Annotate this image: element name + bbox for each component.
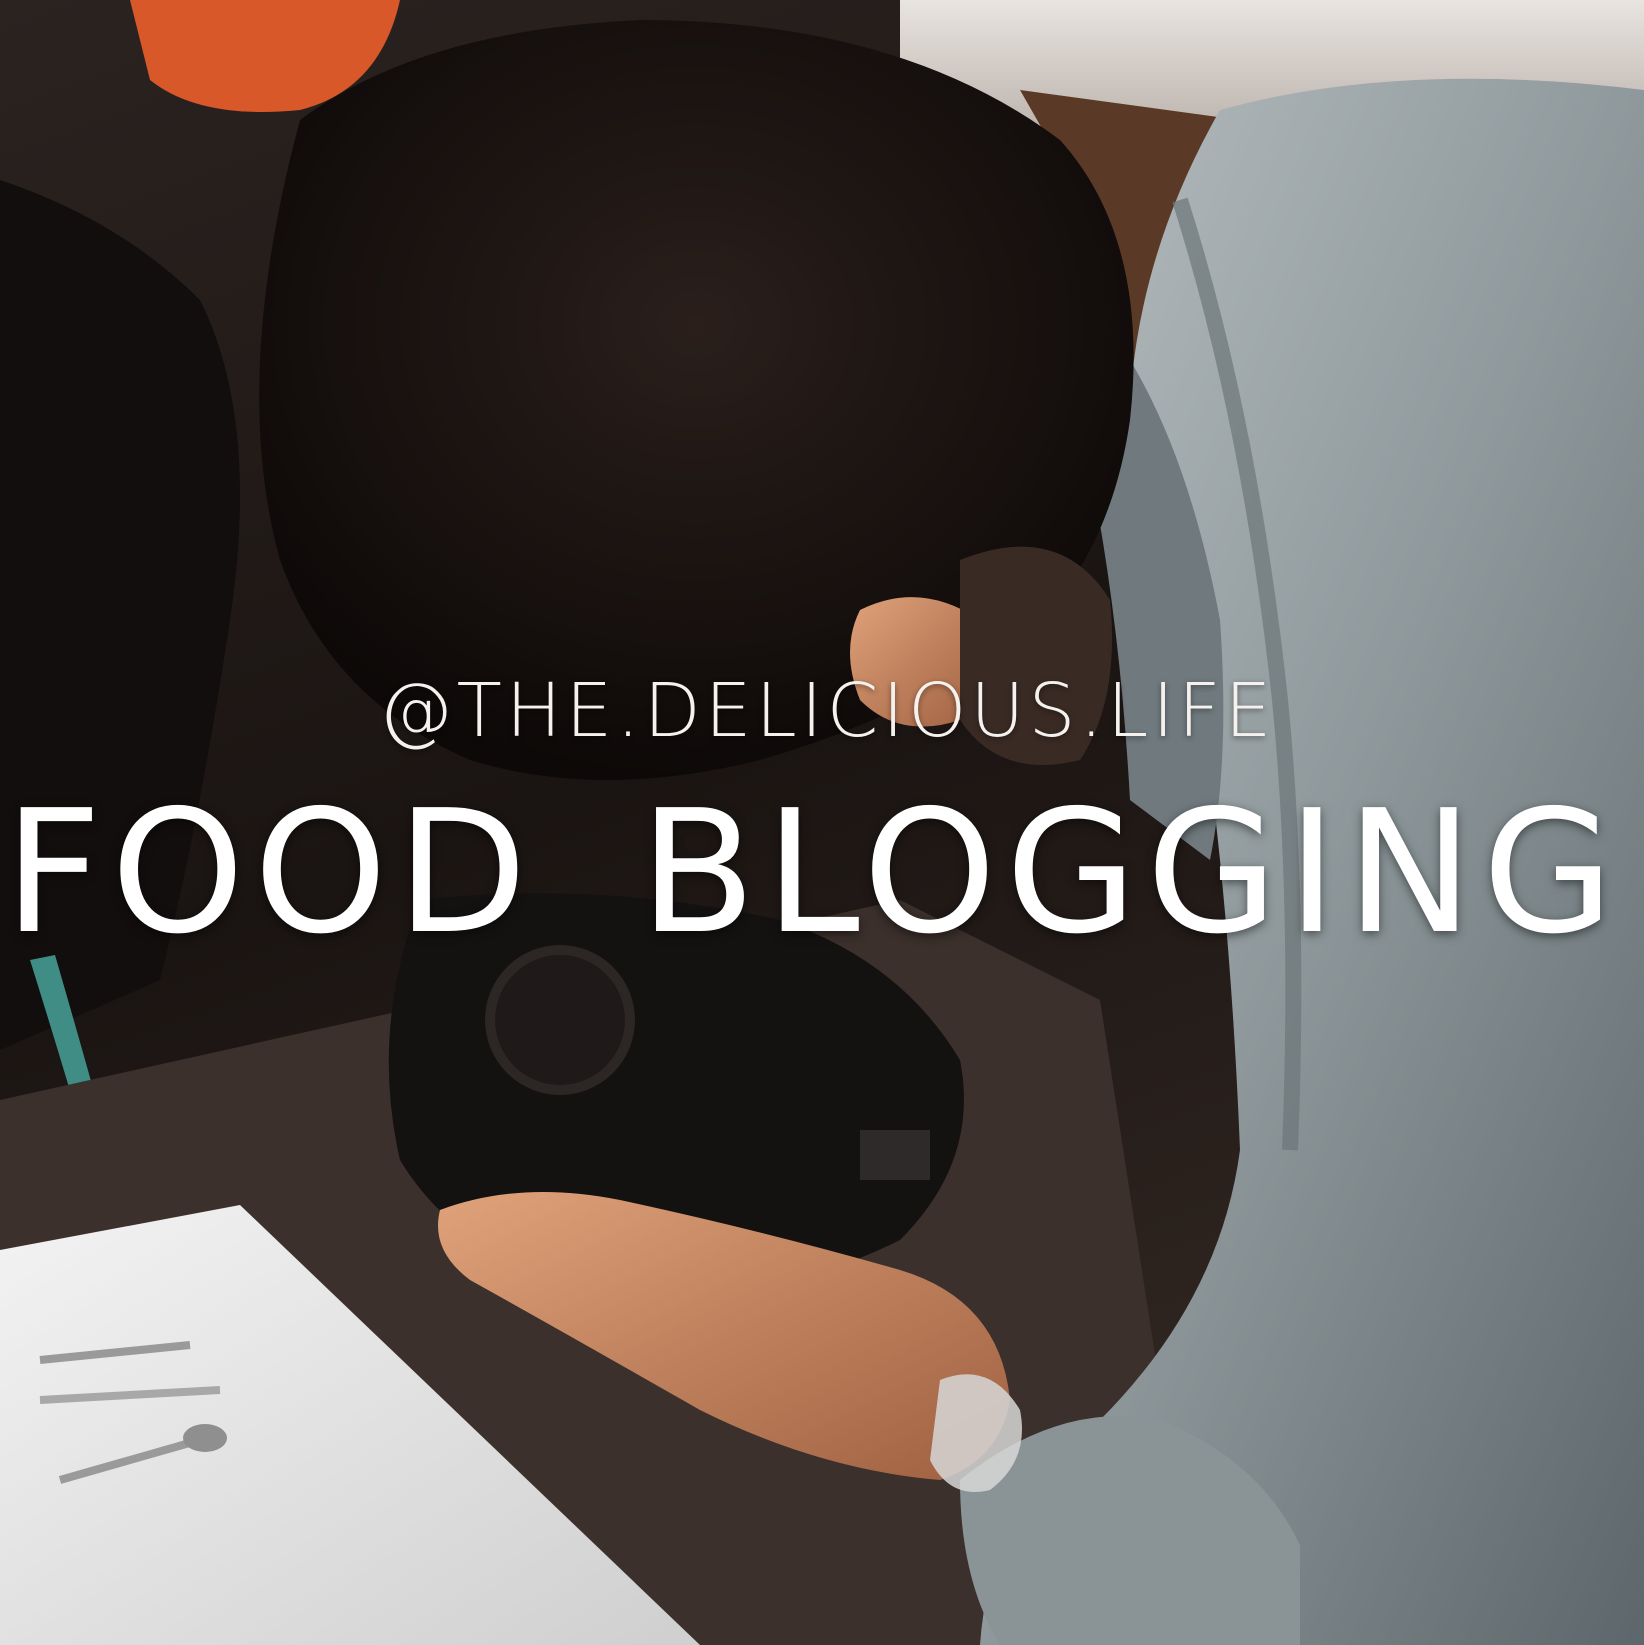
video-frame: @THE.DELICIOUS.LIFE FOOD BLOGGING xyxy=(0,0,1644,1645)
spoon-head xyxy=(183,1424,227,1452)
camera-detail xyxy=(860,1130,930,1180)
headline-text: FOOD BLOGGING xyxy=(4,774,1623,972)
account-handle: @THE.DELICIOUS.LIFE xyxy=(378,668,1276,754)
